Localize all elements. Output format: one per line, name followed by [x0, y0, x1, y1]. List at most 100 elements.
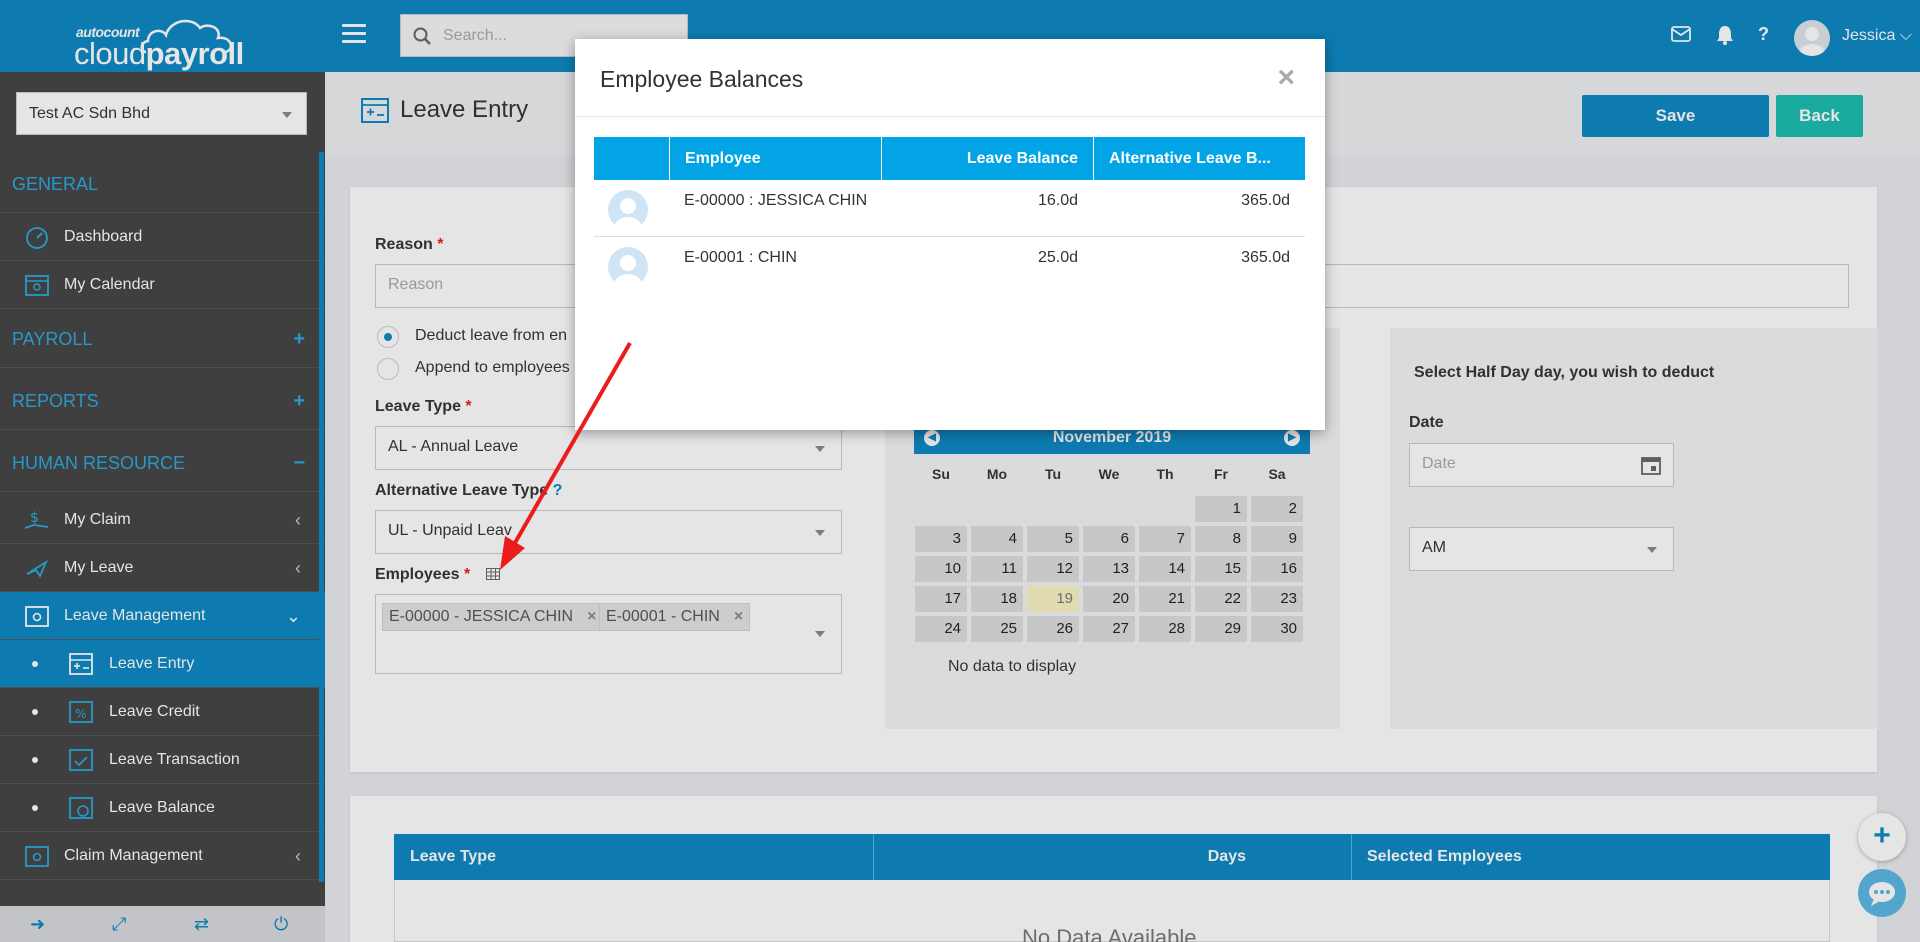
table-grid-icon[interactable]: [486, 568, 500, 580]
append-leave-radio-label: Append to employees: [415, 359, 570, 376]
remove-tag-icon[interactable]: ×: [587, 608, 596, 625]
sidebar-item-claim-management[interactable]: Claim Management ‹: [0, 832, 325, 880]
calendar-day[interactable]: 26: [1027, 616, 1079, 642]
sidebar-item-my-calendar[interactable]: My Calendar: [0, 261, 325, 309]
sidebar-item-leave-management[interactable]: Leave Management ⌄: [0, 592, 325, 640]
sidebar-scrollbar[interactable]: [319, 152, 324, 882]
employees-multiselect[interactable]: E-00000 - JESSICA CHIN × E-00001 - CHIN ×: [375, 594, 842, 674]
calendar-day[interactable]: 15: [1195, 556, 1247, 582]
calendar-day[interactable]: 1: [1195, 496, 1247, 522]
sidebar-item-leave-transaction[interactable]: Leave Transaction: [0, 736, 325, 784]
alt-leave-type-select[interactable]: UL - Unpaid Leav: [375, 510, 842, 554]
day-of-week-label: Fr: [1214, 466, 1228, 482]
save-button[interactable]: Save: [1582, 95, 1769, 137]
cloudpayroll-logo[interactable]: autocount cloudpayroll: [72, 8, 252, 71]
calendar-day[interactable]: 19: [1027, 586, 1079, 612]
bullet-dot: [32, 805, 38, 811]
mail-icon[interactable]: [1671, 26, 1691, 42]
calendar-day[interactable]: 13: [1083, 556, 1135, 582]
calendar-day[interactable]: 16: [1251, 556, 1303, 582]
dashboard-icon: [26, 227, 48, 249]
add-fab-button[interactable]: +: [1858, 813, 1906, 861]
user-name-dropdown[interactable]: Jessica ⌵: [1842, 27, 1912, 45]
calendar-day[interactable]: 23: [1251, 586, 1303, 612]
calendar-day[interactable]: 14: [1139, 556, 1191, 582]
chevron-left-icon: ‹: [295, 558, 301, 578]
sidebar-footer: ➜ ⤢ ⇄ ⏻: [0, 906, 325, 942]
sidebar-item-dashboard[interactable]: Dashboard: [0, 213, 325, 261]
leave-balance-cell: 16.0d: [1037, 192, 1078, 209]
calendar-clock-icon: [69, 797, 93, 819]
calendar-day[interactable]: 17: [915, 586, 967, 612]
calendar-day[interactable]: 6: [1083, 526, 1135, 552]
deduct-leave-radio[interactable]: [377, 326, 399, 348]
column-header-alt-leave-balance: Alternative Leave B...: [1093, 137, 1305, 180]
sidebar-section-reports[interactable]: REPORTS +: [0, 372, 325, 430]
calendar-day[interactable]: 27: [1083, 616, 1135, 642]
calendar-day[interactable]: 11: [971, 556, 1023, 582]
logout-icon[interactable]: ➜: [30, 914, 45, 935]
column-header-employee: Employee: [669, 137, 881, 180]
company-select[interactable]: Test AC Sdn Bhd: [16, 92, 307, 135]
chevron-down-icon: [1647, 547, 1657, 553]
sidebar-section-human-resource[interactable]: HUMAN RESOURCE −: [0, 434, 325, 492]
half-day-period-select[interactable]: AM: [1409, 527, 1674, 571]
leave-type-select[interactable]: AL - Annual Leave: [375, 426, 842, 470]
calendar-icon[interactable]: [1641, 455, 1661, 475]
remove-tag-icon[interactable]: ×: [734, 608, 743, 625]
calendar-day[interactable]: 28: [1139, 616, 1191, 642]
bullet-dot: [32, 709, 38, 715]
calendar-day[interactable]: 4: [971, 526, 1023, 552]
next-month-icon[interactable]: ▶: [1284, 430, 1300, 446]
collapse-minus-icon: −: [293, 452, 305, 474]
calendar-day[interactable]: 18: [971, 586, 1023, 612]
sidebar-item-my-claim[interactable]: $ My Claim ‹: [0, 496, 325, 544]
calendar-day[interactable]: 12: [1027, 556, 1079, 582]
table-row[interactable]: E-00000 : JESSICA CHIN 16.0d 365.0d: [594, 180, 1305, 237]
calendar-day[interactable]: 2: [1251, 496, 1303, 522]
chat-fab-button[interactable]: [1858, 869, 1906, 917]
half-day-title: Select Half Day day, you wish to deduct: [1414, 364, 1715, 381]
employee-cell: E-00000 : JESSICA CHIN: [684, 192, 868, 209]
calendar-day[interactable]: 9: [1251, 526, 1303, 552]
sidebar-section-payroll[interactable]: PAYROLL +: [0, 310, 325, 368]
calendar-day[interactable]: 25: [971, 616, 1023, 642]
calendar-day[interactable]: 29: [1195, 616, 1247, 642]
menu-toggle-icon[interactable]: [342, 24, 366, 46]
calendar-day[interactable]: 10: [915, 556, 967, 582]
page-title: Leave Entry: [400, 96, 529, 123]
chevron-down-icon: [815, 530, 825, 536]
back-button[interactable]: Back: [1776, 95, 1863, 137]
help-icon[interactable]: ?: [1758, 24, 1769, 45]
sidebar-item-my-leave[interactable]: My Leave ‹: [0, 544, 325, 592]
prev-month-icon[interactable]: ◀: [924, 430, 940, 446]
sidebar-item-leave-credit[interactable]: % Leave Credit: [0, 688, 325, 736]
fullscreen-icon[interactable]: ⤢: [112, 914, 126, 935]
append-leave-radio[interactable]: [377, 358, 399, 380]
calendar-day[interactable]: 7: [1139, 526, 1191, 552]
summary-empty-text: No Data Available: [1022, 925, 1197, 942]
calendar-day[interactable]: 3: [915, 526, 967, 552]
calendar-day[interactable]: 5: [1027, 526, 1079, 552]
calendar-day[interactable]: 8: [1195, 526, 1247, 552]
calendar-day[interactable]: 20: [1083, 586, 1135, 612]
bullet-dot: [32, 661, 38, 667]
translate-icon[interactable]: ⇄: [194, 914, 209, 935]
avatar: [608, 247, 648, 287]
calendar-day[interactable]: 24: [915, 616, 967, 642]
date-input[interactable]: Date: [1409, 443, 1674, 487]
employee-cell: E-00001 : CHIN: [684, 249, 797, 266]
table-row[interactable]: E-00001 : CHIN 25.0d 365.0d: [594, 237, 1305, 294]
user-avatar[interactable]: [1794, 20, 1830, 56]
close-icon[interactable]: ×: [1277, 61, 1295, 95]
power-icon[interactable]: ⏻: [274, 914, 288, 935]
calendar-day[interactable]: 21: [1139, 586, 1191, 612]
deduct-leave-radio-label: Deduct leave from en: [415, 327, 568, 344]
calendar-day[interactable]: 30: [1251, 616, 1303, 642]
sidebar-item-leave-balance[interactable]: Leave Balance: [0, 784, 325, 832]
bell-icon[interactable]: [1716, 25, 1734, 45]
sidebar-item-leave-entry[interactable]: Leave Entry: [0, 640, 325, 688]
calendar-day[interactable]: 22: [1195, 586, 1247, 612]
sidebar-section-general: GENERAL: [0, 155, 325, 213]
leave-balance-cell: 25.0d: [1037, 249, 1078, 266]
